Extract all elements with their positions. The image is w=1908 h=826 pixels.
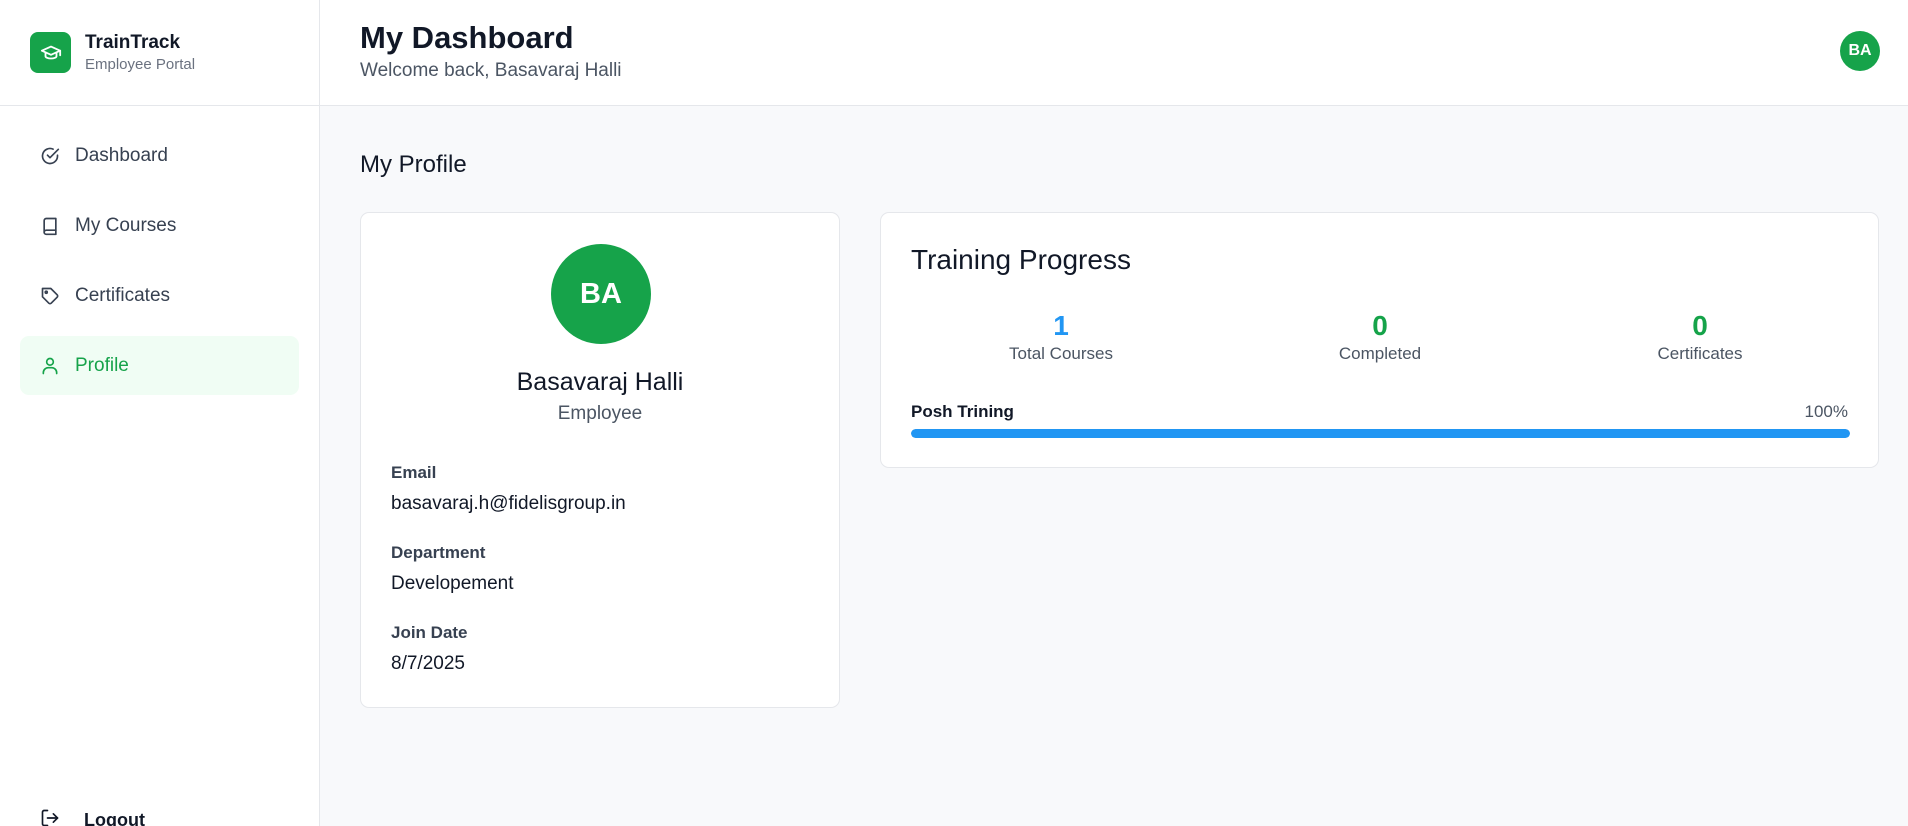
profile-role: Employee [557, 403, 643, 424]
page-title: My Dashboard [360, 20, 574, 55]
logout-button[interactable]: Logout [40, 808, 145, 826]
course-percent: 100% [1804, 402, 1848, 421]
stat-label: Total Courses [1009, 344, 1113, 363]
check-circle-icon [40, 146, 60, 166]
welcome-message: Welcome back, Basavaraj Halli [360, 60, 622, 81]
sidebar-item-dashboard[interactable]: Dashboard [20, 126, 299, 185]
sidebar-item-label: My Courses [75, 214, 177, 236]
progress-bar-fill [911, 429, 1850, 438]
profile-card: BA Basavaraj Halli Employee Email basava… [360, 212, 840, 708]
sidebar-item-label: Profile [75, 354, 129, 376]
sidebar-nav: Dashboard My Courses Certificates Profil… [0, 106, 319, 395]
logout-label: Logout [84, 810, 145, 826]
stat-completed: 0 Completed [1230, 310, 1530, 364]
book-icon [40, 216, 60, 236]
brand: TrainTrack Employee Portal [0, 0, 319, 106]
header: My Dashboard Welcome back, Basavaraj Hal… [320, 0, 1908, 106]
email-value: basavaraj.h@fidelisgroup.in [391, 493, 626, 514]
avatar[interactable]: BA [1840, 31, 1880, 71]
sidebar-item-my-courses[interactable]: My Courses [20, 196, 299, 255]
app-name: TrainTrack [85, 31, 181, 53]
logout-icon [40, 808, 60, 826]
stat-value: 1 [1053, 310, 1069, 341]
training-progress-card: Training Progress 1 Total Courses 0 Comp… [880, 212, 1879, 468]
progress-bar-track [911, 429, 1850, 438]
sidebar-item-certificates[interactable]: Certificates [20, 266, 299, 325]
email-label: Email [391, 463, 437, 482]
graduation-cap-icon [30, 32, 71, 73]
sidebar-item-profile[interactable]: Profile [20, 336, 299, 395]
stat-value: 0 [1372, 310, 1388, 341]
sidebar-item-label: Dashboard [75, 144, 168, 166]
profile-avatar: BA [551, 244, 651, 344]
course-name: Posh Trining [911, 402, 1014, 421]
sidebar-item-label: Certificates [75, 284, 171, 306]
section-title: My Profile [360, 151, 467, 178]
user-icon [40, 356, 60, 376]
stat-total-courses: 1 Total Courses [911, 310, 1211, 364]
sidebar: TrainTrack Employee Portal Dashboard My … [0, 0, 320, 826]
department-label: Department [391, 543, 486, 562]
stat-label: Completed [1338, 344, 1422, 363]
stat-label: Certificates [1657, 344, 1743, 363]
stat-certificates: 0 Certificates [1550, 310, 1850, 364]
join-date-value: 8/7/2025 [391, 653, 465, 674]
department-value: Developement [391, 573, 514, 594]
profile-name: Basavaraj Halli [516, 368, 684, 396]
stat-value: 0 [1692, 310, 1708, 341]
tag-icon [40, 286, 60, 306]
join-date-label: Join Date [391, 623, 468, 642]
training-progress-title: Training Progress [911, 244, 1131, 275]
app-subtitle: Employee Portal [85, 55, 196, 73]
